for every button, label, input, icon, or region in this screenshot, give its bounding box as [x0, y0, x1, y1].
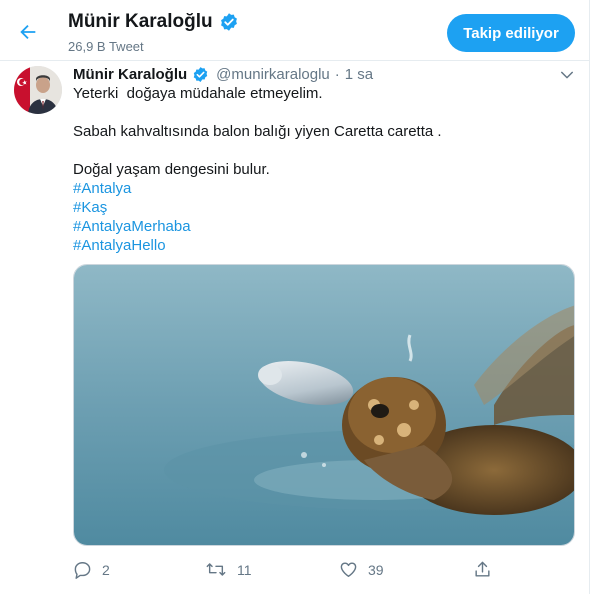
like-icon	[340, 562, 357, 577]
author-handle[interactable]: @munirkaraloglu	[216, 66, 330, 83]
hashtag-link[interactable]: #AntalyaHello	[73, 236, 166, 255]
tweet-text-line: Doğal yaşam dengesini bulur.	[73, 161, 270, 178]
share-icon	[475, 561, 490, 577]
hashtag-link[interactable]: #AntalyaMerhaba	[73, 217, 191, 236]
verified-badge-icon	[193, 67, 208, 82]
back-button[interactable]	[14, 18, 42, 46]
header-name: Münir Karaloğlu	[68, 11, 213, 32]
chevron-down-icon	[561, 71, 573, 79]
like-button[interactable]: 39	[339, 560, 384, 579]
tweet-time[interactable]: 1 sa	[345, 66, 373, 83]
like-count: 39	[368, 561, 384, 578]
tweet-text-line: Sabah kahvaltısında balon balığı yiyen C…	[73, 123, 442, 140]
back-arrow-icon	[20, 24, 36, 40]
separator-dot: ·	[334, 66, 340, 83]
tweet-photo[interactable]	[73, 264, 575, 546]
reply-button[interactable]: 2	[73, 560, 110, 579]
tweet-page: Münir Karaloğlu 26,9 B Tweet Takip edili…	[0, 0, 590, 594]
author-name[interactable]: Münir Karaloğlu	[73, 66, 187, 83]
profile-title: Münir Karaloğlu	[68, 11, 239, 33]
retweet-button[interactable]: 11	[205, 560, 252, 579]
following-button[interactable]: Takip ediliyor	[447, 14, 575, 52]
hashtag-link[interactable]: #Antalya	[73, 179, 131, 198]
retweet-icon	[206, 563, 226, 576]
hashtag-link[interactable]: #Kaş	[73, 198, 107, 217]
tweet-text-line: Yeterki doğaya müdahale etmeyelim.	[73, 85, 323, 102]
more-options-button[interactable]	[558, 66, 576, 84]
tweet-count: 26,9 B Tweet	[68, 39, 144, 54]
share-button[interactable]	[473, 560, 492, 579]
tweet-actions: 2 11 39	[73, 560, 513, 584]
sea-turtle-photo	[74, 265, 574, 545]
reply-icon	[74, 562, 91, 579]
page-header: Münir Karaloğlu 26,9 B Tweet Takip edili…	[0, 0, 590, 61]
verified-badge-icon	[220, 13, 237, 31]
reply-count: 2	[102, 561, 110, 578]
retweet-count: 11	[237, 561, 252, 578]
tweet-header: Münir Karaloğlu @munirkaraloglu · 1 sa	[73, 66, 373, 83]
avatar[interactable]	[14, 66, 62, 114]
